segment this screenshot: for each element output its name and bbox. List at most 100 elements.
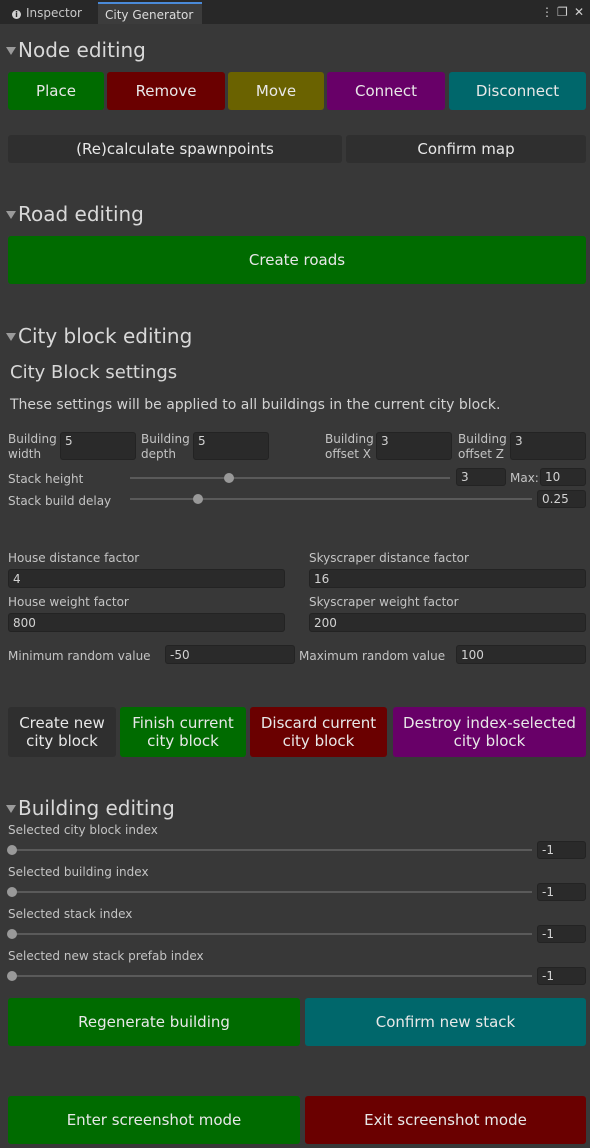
max-label: Max: — [510, 471, 539, 485]
tab-city-generator[interactable]: City Generator — [98, 2, 202, 24]
stack-height-field[interactable]: 3 — [456, 468, 506, 486]
prefab-index-track[interactable] — [12, 975, 532, 977]
foldout-arrow-icon — [6, 211, 16, 219]
city-block-index-label: Selected city block index — [8, 823, 158, 837]
building-index-field[interactable]: -1 — [537, 883, 586, 901]
building-editing-foldout[interactable]: Building editing — [6, 796, 175, 820]
skyscraper-weight-label: Skyscraper weight factor — [309, 595, 459, 609]
building-offset-z-field[interactable]: 3 — [510, 432, 586, 460]
confirm-map-label: Confirm map — [417, 140, 515, 158]
building-offset-x-label: Building offset X — [325, 432, 374, 461]
city-block-editing-foldout[interactable]: City block editing — [6, 324, 192, 348]
connect-button[interactable]: Connect — [327, 72, 445, 110]
city-block-editing-header: City block editing — [18, 324, 193, 348]
regenerate-building-button[interactable]: Regenerate building — [8, 998, 300, 1046]
building-editing-header: Building editing — [18, 796, 175, 820]
discard-label-2: city block — [282, 732, 355, 750]
tab-inspector[interactable]: i Inspector — [4, 2, 96, 24]
house-distance-field[interactable]: 4 — [8, 569, 285, 588]
maximize-icon[interactable]: ❐ — [557, 3, 568, 21]
road-editing-foldout[interactable]: Road editing — [6, 202, 144, 226]
destroy-city-block-button[interactable]: Destroy index-selected city block — [393, 707, 586, 757]
move-label: Move — [255, 82, 297, 100]
prefab-index-slider-knob[interactable] — [7, 971, 17, 981]
max-random-field[interactable]: 100 — [456, 645, 586, 664]
foldout-arrow-icon — [6, 333, 16, 341]
prefab-index-field[interactable]: -1 — [537, 967, 586, 985]
discard-label-1: Discard current — [260, 714, 377, 732]
recalculate-label: (Re)calculate spawnpoints — [76, 140, 274, 158]
create-label-2: city block — [26, 732, 98, 750]
place-button[interactable]: Place — [8, 72, 104, 110]
stack-height-slider-knob[interactable] — [224, 473, 235, 483]
prefab-index-label: Selected new stack prefab index — [8, 949, 204, 963]
stack-index-track[interactable] — [12, 933, 532, 935]
city-block-settings-title: City Block settings — [10, 362, 178, 383]
move-button[interactable]: Move — [228, 72, 324, 110]
connect-label: Connect — [354, 82, 418, 100]
building-index-track[interactable] — [12, 891, 532, 893]
house-weight-field[interactable]: 800 — [8, 613, 285, 632]
city-block-index-field[interactable]: -1 — [537, 841, 586, 859]
stack-height-track[interactable] — [130, 477, 450, 479]
building-offset-x-field[interactable]: 3 — [376, 432, 452, 460]
building-depth-label: Building depth — [141, 432, 190, 461]
node-editing-header: Node editing — [18, 38, 146, 62]
skyscraper-distance-label: Skyscraper distance factor — [309, 551, 469, 565]
confirm-stack-label: Confirm new stack — [375, 1013, 516, 1031]
stack-build-delay-track[interactable] — [130, 498, 532, 500]
building-width-label: Building width — [8, 432, 57, 461]
max-random-label: Maximum random value — [299, 649, 446, 663]
exit-screenshot-mode-button[interactable]: Exit screenshot mode — [305, 1096, 586, 1144]
building-index-slider-knob[interactable] — [7, 887, 17, 897]
house-weight-label: House weight factor — [8, 595, 129, 609]
stack-index-field[interactable]: -1 — [537, 925, 586, 943]
foldout-arrow-icon — [6, 47, 16, 55]
stack-index-label: Selected stack index — [8, 907, 133, 921]
stack-build-delay-slider-knob[interactable] — [193, 494, 204, 504]
road-editing-header: Road editing — [18, 202, 144, 226]
discard-city-block-button[interactable]: Discard current city block — [250, 707, 387, 757]
min-random-label: Minimum random value — [8, 649, 151, 663]
stack-build-delay-field[interactable]: 0.25 — [537, 490, 586, 508]
regenerate-label: Regenerate building — [78, 1013, 230, 1031]
min-random-field[interactable]: -50 — [165, 645, 295, 664]
destroy-label-1: Destroy index-selected — [403, 714, 576, 732]
building-index-label: Selected building index — [8, 865, 149, 879]
remove-label: Remove — [135, 82, 197, 100]
finish-label-1: Finish current — [132, 714, 234, 732]
disconnect-button[interactable]: Disconnect — [449, 72, 586, 110]
skyscraper-distance-field[interactable]: 16 — [309, 569, 586, 588]
finish-label-2: city block — [147, 732, 219, 750]
place-label: Place — [36, 82, 76, 100]
city-block-index-slider-knob[interactable] — [7, 845, 17, 855]
create-roads-button[interactable]: Create roads — [8, 236, 586, 284]
close-icon[interactable]: ✕ — [574, 3, 584, 21]
building-depth-field[interactable]: 5 — [193, 432, 269, 460]
max-field[interactable]: 10 — [540, 468, 586, 486]
stack-height-label: Stack height — [8, 472, 84, 486]
skyscraper-weight-field[interactable]: 200 — [309, 613, 586, 632]
confirm-map-button[interactable]: Confirm map — [346, 135, 586, 163]
foldout-arrow-icon — [6, 805, 16, 813]
tab-inspector-label: Inspector — [26, 6, 82, 20]
enter-screenshot-label: Enter screenshot mode — [66, 1111, 242, 1129]
stack-index-slider-knob[interactable] — [7, 929, 17, 939]
building-offset-z-label: Building offset Z — [458, 432, 507, 461]
recalculate-spawnpoints-button[interactable]: (Re)calculate spawnpoints — [8, 135, 342, 163]
create-label-1: Create new — [19, 714, 105, 732]
confirm-new-stack-button[interactable]: Confirm new stack — [305, 998, 586, 1046]
house-distance-label: House distance factor — [8, 551, 140, 565]
create-roads-label: Create roads — [248, 251, 346, 269]
city-block-index-track[interactable] — [12, 849, 532, 851]
enter-screenshot-mode-button[interactable]: Enter screenshot mode — [8, 1096, 300, 1144]
stack-build-delay-label: Stack build delay — [8, 494, 112, 508]
more-options-icon[interactable]: ⋮ — [541, 3, 553, 21]
building-width-field[interactable]: 5 — [60, 432, 136, 460]
remove-button[interactable]: Remove — [107, 72, 225, 110]
node-editing-foldout[interactable]: Node editing — [6, 38, 146, 62]
finish-city-block-button[interactable]: Finish current city block — [120, 707, 246, 757]
create-city-block-button[interactable]: Create new city block — [8, 707, 116, 757]
city-block-settings-description: These settings will be applied to all bu… — [10, 397, 501, 413]
destroy-label-2: city block — [453, 732, 526, 750]
